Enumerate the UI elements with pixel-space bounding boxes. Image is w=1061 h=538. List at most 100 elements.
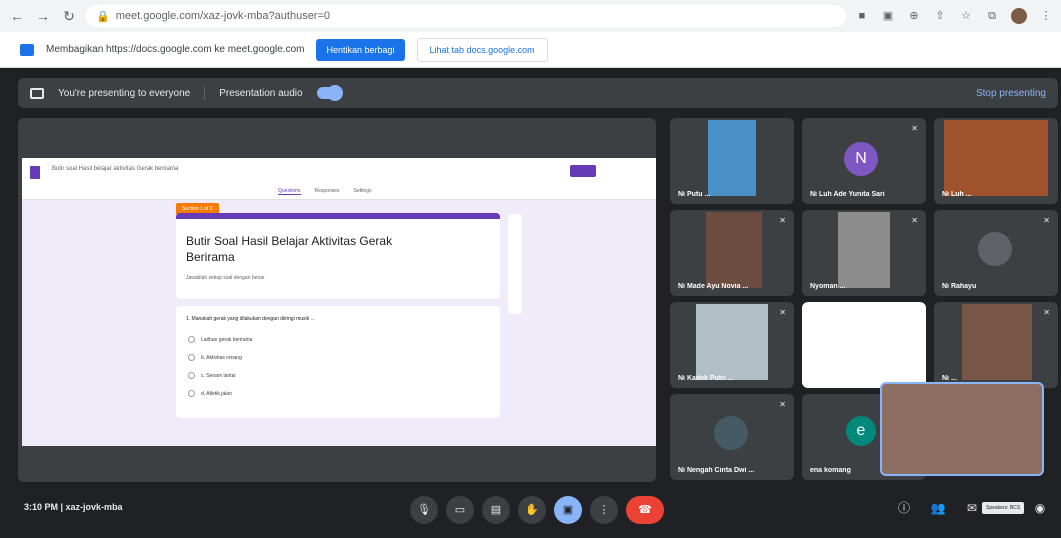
info-icon[interactable]: ⓘ: [894, 498, 914, 518]
mic-off-icon: ✕: [779, 308, 786, 317]
radio-icon: [188, 390, 195, 397]
more-options-button[interactable]: ⋮: [590, 496, 618, 524]
raise-hand-button[interactable]: ✋: [518, 496, 546, 524]
participant-tile[interactable]: N ✕ Ni Luh Ade Yunita Sari: [802, 118, 926, 204]
call-controls: 🎙 ▭ ▤ ✋ ▣ ⋮ ☎: [410, 496, 664, 524]
participant-video: [944, 120, 1048, 196]
divider: [204, 86, 206, 100]
menu-icon[interactable]: ⋮: [1039, 9, 1053, 23]
tab-responses[interactable]: Responses: [315, 188, 340, 195]
view-tab-button[interactable]: Lihat tab docs.google.com: [416, 37, 548, 62]
mic-off-icon: ✕: [779, 216, 786, 225]
participant-video: [706, 212, 762, 288]
participant-initial: N: [844, 142, 878, 176]
participant-tile[interactable]: ✕ Ni ...: [934, 302, 1058, 388]
zoom-icon[interactable]: ⊕: [907, 9, 921, 23]
presenting-banner: You're presenting to everyone Presentati…: [18, 78, 1058, 108]
form-header-card: Butir Soal Hasil Belajar Aktivitas Gerak…: [176, 213, 500, 299]
audio-toggle[interactable]: [316, 85, 343, 101]
participant-tile[interactable]: ✕ Ni Rahayu: [934, 210, 1058, 296]
participant-avatar: [978, 232, 1012, 266]
form-side-toolbar[interactable]: [508, 214, 522, 314]
participant-name: Ni Rahayu: [942, 283, 977, 290]
address-bar[interactable]: 🔒 meet.google.com/xaz-jovk-mba?authuser=…: [86, 5, 846, 27]
time-label: 3:10 PM: [24, 502, 59, 512]
extensions-icon[interactable]: ⧉: [985, 9, 999, 23]
radio-icon: [188, 354, 195, 361]
captions-button[interactable]: ▤: [482, 496, 510, 524]
tab-settings[interactable]: Settings: [354, 188, 372, 195]
meeting-info: 3:10 PM | xaz-jovk-mba: [24, 502, 123, 512]
option-item[interactable]: c. Senam lantai: [188, 372, 235, 379]
question-text: 1. Manakah gerak yang dilakukan dengan d…: [186, 316, 315, 322]
send-button[interactable]: [570, 165, 596, 177]
forward-icon[interactable]: →: [34, 7, 52, 25]
participant-tile[interactable]: ✕ Ni Nengah Cinta Dwi ...: [670, 394, 794, 480]
participant-tile[interactable]: ✕ Ni Made Ayu Novia ...: [670, 210, 794, 296]
reload-icon[interactable]: ↻: [60, 7, 78, 25]
participant-video: [962, 304, 1032, 380]
meeting-code: xaz-jovk-mba: [65, 502, 123, 512]
participant-name: Ni Putu ...: [678, 191, 711, 198]
presenting-label: You're presenting to everyone: [58, 87, 191, 99]
present-icon: [30, 87, 44, 99]
doc-tabs: Questions Responses Settings: [278, 188, 372, 195]
back-icon[interactable]: ←: [8, 7, 26, 25]
mic-off-icon: ✕: [911, 124, 918, 133]
leave-call-button[interactable]: ☎: [626, 496, 664, 524]
audio-label: Presentation audio: [219, 87, 303, 99]
share-icon[interactable]: ⇧: [933, 9, 947, 23]
participant-name: Ni ...: [942, 375, 957, 382]
present-button[interactable]: ▣: [554, 496, 582, 524]
people-icon[interactable]: 👥: [928, 498, 948, 518]
tab-questions[interactable]: Questions: [278, 188, 301, 195]
mic-off-icon: ✕: [911, 216, 918, 225]
cast-icon[interactable]: ▣: [881, 9, 895, 23]
participant-initial: e: [846, 416, 876, 446]
side-controls: ⓘ 👥 ✉ △ ◉: [894, 498, 1050, 518]
participant-name: Ni Made Ayu Novia ...: [678, 283, 749, 290]
participant-name: Ni Nengah Cinta Dwi ...: [678, 467, 755, 474]
participant-video: [838, 212, 890, 288]
participant-avatar: [714, 416, 748, 450]
presentation-stage: Butir soal Hasil belajar aktivitas Gerak…: [18, 118, 656, 482]
form-description: Jawablah setiap soal dengan benar: [186, 275, 265, 281]
participant-tile[interactable]: ✕ Nyoman ...: [802, 210, 926, 296]
participant-video: [708, 120, 756, 196]
participant-tile[interactable]: Ni Luh ...: [934, 118, 1058, 204]
option-item[interactable]: Latihan gerak berirama: [188, 336, 252, 343]
stop-sharing-button[interactable]: Hentikan berbagi: [316, 38, 405, 61]
meet-window: You're presenting to everyone Presentati…: [0, 68, 1061, 538]
camera-button[interactable]: ▭: [446, 496, 474, 524]
mic-off-icon: ✕: [1043, 216, 1050, 225]
participant-tile[interactable]: ✕ Ni Kadek Putri ...: [670, 302, 794, 388]
doc-header: Butir soal Hasil belajar aktivitas Gerak…: [22, 158, 656, 200]
host-controls-icon[interactable]: ◉: [1030, 498, 1050, 518]
mic-button[interactable]: 🎙: [410, 496, 438, 524]
profile-avatar[interactable]: [1011, 8, 1027, 24]
bottom-bar: 3:10 PM | xaz-jovk-mba 🎙 ▭ ▤ ✋ ▣ ⋮ ☎ ⓘ 👥…: [0, 484, 1061, 538]
self-view[interactable]: [880, 382, 1044, 476]
mic-off-icon: ✕: [1043, 308, 1050, 317]
question-card[interactable]: 1. Manakah gerak yang dilakukan dengan d…: [176, 306, 500, 418]
star-icon[interactable]: ☆: [959, 9, 973, 23]
option-item[interactable]: d. Atletik jalan: [188, 390, 232, 397]
stop-presenting-button[interactable]: Stop presenting: [976, 88, 1046, 99]
participant-name: Ni Kadek Putri ...: [678, 375, 734, 382]
chat-icon[interactable]: ✉: [962, 498, 982, 518]
forms-icon: [30, 166, 40, 179]
url-text: meet.google.com/xaz-jovk-mba?authuser=0: [115, 10, 331, 22]
radio-icon: [188, 372, 195, 379]
participant-tile[interactable]: Ni Putu ...: [670, 118, 794, 204]
shared-doc[interactable]: Butir soal Hasil belajar aktivitas Gerak…: [22, 158, 656, 446]
participant-name: Nyoman ...: [810, 283, 846, 290]
sharing-icon: [20, 43, 34, 56]
participant-tile[interactable]: [802, 302, 926, 388]
camera-icon[interactable]: ■: [855, 9, 869, 23]
participant-name: Ni Luh Ade Yunita Sari: [810, 191, 885, 198]
doc-title: Butir soal Hasil belajar aktivitas Gerak…: [52, 166, 179, 172]
form-title: Butir Soal Hasil Belajar Aktivitas Gerak…: [186, 234, 393, 264]
option-item[interactable]: b. Aktivitas renang: [188, 354, 242, 361]
participant-video: [696, 304, 768, 380]
mic-off-icon: ✕: [779, 400, 786, 409]
